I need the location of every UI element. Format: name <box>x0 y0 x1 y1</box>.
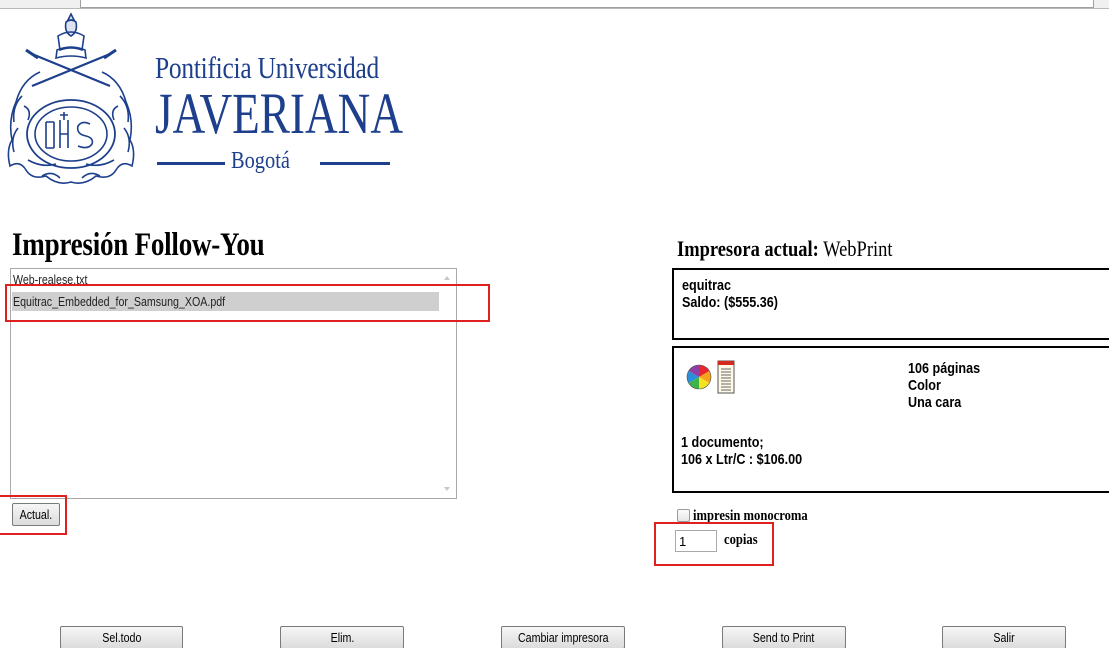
job-color-mode: Color <box>908 377 941 394</box>
logo-rule-left <box>157 162 225 165</box>
monochrome-checkbox[interactable] <box>677 509 690 522</box>
logo-rule-right <box>320 162 390 165</box>
send-to-print-button[interactable]: Send to Print <box>722 626 846 648</box>
logo-city: Bogotá <box>231 148 290 174</box>
select-all-button[interactable]: Sel.todo <box>60 626 183 648</box>
browser-top-bar <box>0 0 1109 9</box>
account-panel: equitrac Saldo: ($555.36) <box>672 268 1109 340</box>
change-printer-button[interactable]: Cambiar impresora <box>501 626 625 648</box>
current-printer-name: WebPrint <box>823 236 893 261</box>
exit-button[interactable]: Salir <box>942 626 1066 648</box>
page-title: Impresión Follow-You <box>12 227 265 263</box>
job-cost: 106 x Ltr/C : $106.00 <box>681 451 803 468</box>
address-bar[interactable] <box>80 0 1094 8</box>
color-wheel-icon <box>686 364 712 390</box>
job-panel: 106 páginas Color Una cara 1 documento; … <box>672 346 1109 493</box>
current-printer-heading: Impresora actual: WebPrint <box>677 236 892 262</box>
list-item-selected[interactable]: Equitrac_Embedded_for_Samsung_XOA.pdf <box>12 292 439 311</box>
university-logo: Pontificia Universidad JAVERIANA Bogotá <box>155 50 405 180</box>
monochrome-label: impresin monocroma <box>693 508 808 524</box>
scroll-down-icon[interactable] <box>444 487 450 491</box>
job-documents: 1 documento; <box>681 434 764 451</box>
account-user: equitrac <box>682 277 732 294</box>
university-crest-icon <box>7 12 135 184</box>
account-balance: Saldo: ($555.36) <box>682 294 778 311</box>
delete-button[interactable]: Elim. <box>280 626 404 648</box>
file-list[interactable]: Web-realese.txt Equitrac_Embedded_for_Sa… <box>10 268 457 499</box>
list-item[interactable]: Web-realese.txt <box>12 270 439 289</box>
document-icon <box>717 360 735 394</box>
copies-input[interactable] <box>675 530 717 552</box>
scroll-up-icon[interactable] <box>444 276 450 280</box>
list-scrollbar[interactable] <box>439 269 456 498</box>
logo-line-2: JAVERIANA <box>155 81 404 146</box>
current-printer-label: Impresora actual: <box>677 236 819 261</box>
copies-label: copias <box>724 532 758 548</box>
actual-button[interactable]: Actual. <box>12 503 60 526</box>
job-sides: Una cara <box>908 394 962 411</box>
job-pages: 106 páginas <box>908 360 981 377</box>
